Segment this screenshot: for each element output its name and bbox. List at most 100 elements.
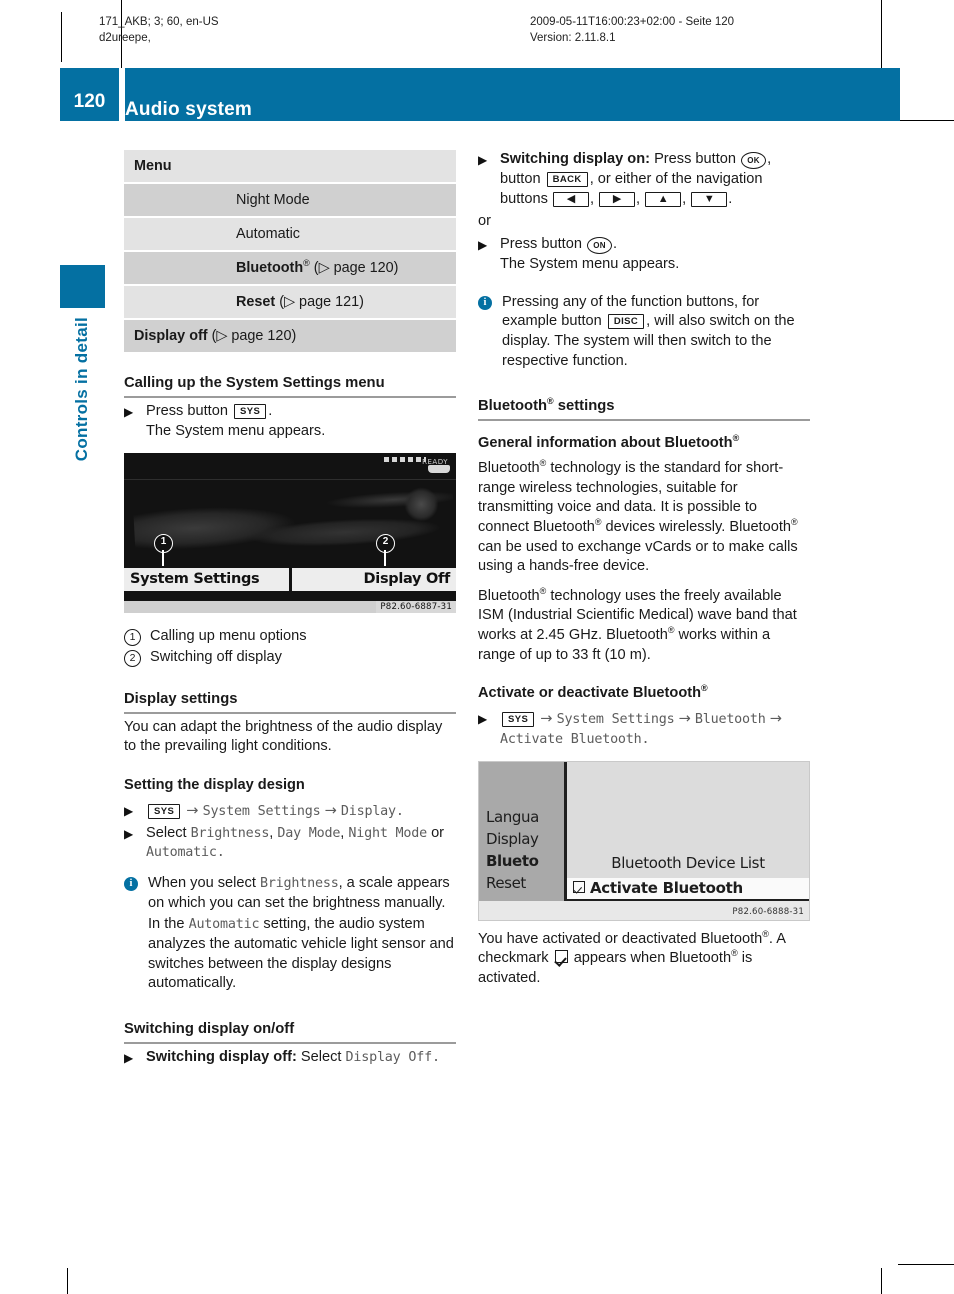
heading-text: Bluetooth: [478, 398, 548, 415]
crop-mark-bottom-right: [881, 1268, 882, 1294]
step-bullet-icon: ▶: [124, 405, 134, 419]
arrow-icon: →: [540, 710, 553, 728]
note-paragraph-1: When you select Brightness, a scale appe…: [148, 874, 456, 913]
screen-tab-display-off: Display Off: [291, 567, 456, 591]
note-mono-automatic: Automatic: [188, 917, 260, 933]
menu-row-label: Bluetooth: [236, 260, 304, 276]
step-text-1: Press button: [654, 151, 736, 167]
legend-item-2: 2 Switching off display: [124, 647, 456, 667]
step-text: Press button: [146, 403, 228, 419]
table-row: Automatic: [124, 217, 456, 252]
table-row: Display off (▷ page 120): [124, 319, 456, 354]
crop-mark-right-bottom: [898, 1264, 954, 1265]
nav-left-button-chip: ◀: [552, 191, 589, 207]
screen-menu-item-display: Display: [486, 829, 539, 848]
legend-item-1: 1 Calling up menu options: [124, 626, 456, 646]
running-head-left-line1: 171_AKB; 3; 60, en-US: [99, 16, 219, 28]
figure-bluetooth-screenshot: Langua Display Blueto Reset Bluetooth De…: [478, 760, 810, 921]
back-button-chip: BACK: [546, 171, 588, 187]
running-head-center-line2: Version: 2.11.8.1: [530, 32, 616, 44]
menu-row-ref: (▷ page 120): [211, 328, 297, 344]
step-bullet-icon: ▶: [478, 153, 488, 167]
menu-row-display-off: Display off (▷ page 120): [124, 319, 456, 354]
info-icon: i: [478, 295, 492, 310]
note-paragraph: Pressing any of the function buttons, fo…: [502, 293, 810, 371]
callout-leader-line: [162, 549, 164, 566]
callout-marker-2: 2: [376, 533, 395, 566]
screen-left-menu: Langua Display Blueto Reset: [479, 761, 567, 902]
arrow-icon: →: [678, 710, 691, 728]
registered-mark: ®: [731, 948, 738, 959]
menu-row-label: Display off: [134, 328, 208, 344]
step-activate-path: ▶ SYS → System Settings → Bluetooth → Ac…: [478, 709, 810, 750]
menu-table: Menu Night Mode Automatic Bluetooth® (▷ …: [124, 150, 456, 354]
running-head-center: 2009-05-11T16:00:23+02:00 - Seite 120 Ve…: [530, 14, 734, 46]
menu-row-reset: Reset (▷ page 121): [124, 285, 456, 320]
table-row: Bluetooth® (▷ page 120): [124, 251, 456, 286]
option-automatic: Automatic: [146, 845, 217, 861]
sys-button-chip: SYS: [148, 803, 181, 819]
page-title: Audio system: [125, 99, 252, 120]
crop-mark-bottom-left: [67, 1268, 68, 1294]
seg: You have activated or deactivated Blueto…: [478, 930, 763, 947]
callout-number: 1: [160, 535, 167, 547]
page-rule-left: [61, 12, 62, 62]
step-text: Press button: [500, 236, 582, 253]
paragraph-bluetooth-general-2: Bluetooth® technology uses the freely av…: [478, 586, 810, 665]
seg: Bluetooth: [478, 587, 540, 604]
screen-tab-bar: System Settings Display Off: [124, 567, 456, 591]
display-screenshot-1: READY 1 2 System Settings Display Off: [124, 452, 456, 601]
heading-setting-display-design: Setting the display design: [124, 776, 305, 793]
right-column: ▶ Switching display on: Press button OK,…: [478, 150, 810, 998]
heading-text: Activate or deactivate Bluetooth: [478, 685, 702, 702]
heading-activate-deactivate-bluetooth: Activate or deactivate Bluetooth®: [478, 684, 810, 703]
step-select-mode: ▶ Select Brightness, Day Mode, Night Mod…: [124, 824, 445, 861]
signal-dots-icon: [384, 456, 426, 462]
step-period: .: [613, 236, 618, 253]
step-lead-in: Switching display off:: [146, 1048, 297, 1065]
heading-calling-up-system-settings: Calling up the System Settings menu: [124, 374, 456, 398]
step-switch-display-off: ▶ Switching display off: Select Display …: [124, 1048, 456, 1068]
menu-row-label: Night Mode: [236, 192, 310, 208]
registered-mark: ®: [791, 517, 798, 528]
note-mono-brightness: Brightness: [259, 876, 339, 892]
step-period: .: [728, 190, 733, 207]
menu-row-label: Reset: [236, 294, 276, 310]
crop-mark-top-right: [881, 0, 882, 72]
step-lead-in: Switching display on:: [500, 151, 650, 167]
menu-row-ref: (▷ page 121): [279, 294, 364, 310]
crop-mark-right-top: [898, 120, 954, 121]
option-night-mode: Night Mode: [348, 825, 427, 841]
path-segment-bluetooth: Bluetooth: [694, 712, 766, 728]
menu-row-label: Automatic: [236, 226, 300, 242]
note-paragraph-2: In the Automatic setting, the audio syst…: [148, 915, 456, 993]
figure-caption-1: P82.60-6887-31: [376, 600, 456, 613]
arrow-icon: →: [769, 710, 782, 728]
step-bullet-icon: ▶: [124, 803, 134, 818]
note-text-c: In the: [148, 916, 185, 933]
step-press-sys: ▶ Press button SYS. The System menu appe…: [124, 402, 456, 442]
left-column: Menu Night Mode Automatic Bluetooth® (▷ …: [124, 150, 456, 1070]
table-row: Night Mode: [124, 183, 456, 218]
note-function-buttons: i Pressing any of the function buttons, …: [478, 293, 810, 371]
phone-icon: [428, 464, 450, 473]
seg: Bluetooth: [478, 460, 540, 477]
path-segment-system-settings: System Settings: [556, 712, 675, 728]
screen-menu-item-language: Langua: [486, 807, 539, 826]
select-or: or: [431, 824, 445, 841]
step-bullet-icon: ▶: [478, 238, 488, 253]
screen-item-bluetooth-device-list: Bluetooth Device List: [611, 853, 765, 872]
heading-general-information: General information about Bluetooth®: [478, 434, 810, 453]
step-bullet-icon: ▶: [124, 1050, 134, 1065]
step-period: .: [431, 1049, 440, 1065]
step-period: .: [268, 403, 273, 419]
table-row: Menu: [124, 150, 456, 184]
step-switch-display-on: ▶ Switching display on: Press button OK,…: [478, 151, 772, 207]
paragraph-closing: You have activated or deactivated Blueto…: [478, 929, 810, 989]
heading-bluetooth-settings: Bluetooth® settings: [478, 397, 810, 422]
heading-display-settings: Display settings: [124, 690, 456, 714]
step-path-display: ▶ SYS → System Settings → Display.: [124, 801, 456, 822]
chapter-tab-marker: [60, 265, 105, 308]
running-head-center-line1: 2009-05-11T16:00:23+02:00 - Seite 120: [530, 16, 735, 28]
path-segment-activate-bluetooth: Activate Bluetooth: [500, 731, 642, 747]
